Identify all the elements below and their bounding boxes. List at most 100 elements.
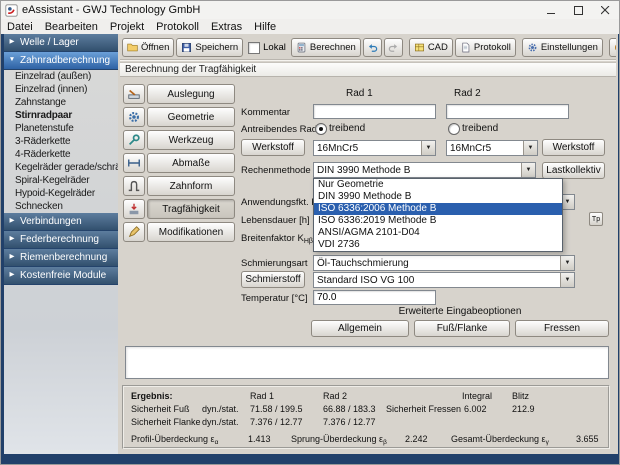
folder-icon <box>127 43 138 52</box>
dropdown-option-din-3990[interactable]: DIN 3990 Methode B <box>314 191 562 203</box>
material-rad1-combo[interactable]: 16MnCr5 ▼ <box>313 140 436 156</box>
comment-rad2-input[interactable] <box>446 104 569 119</box>
dropdown-option-nur-geometrie[interactable]: Nur Geometrie <box>314 179 562 191</box>
geometrie-icon-button[interactable] <box>123 107 145 127</box>
modifikationen-button[interactable]: Modifikationen <box>147 222 235 242</box>
advanced-scuffing-button[interactable]: Fressen <box>515 320 609 337</box>
sidebar-item-schnecken[interactable]: Schnecken <box>4 200 118 213</box>
material-rad2-combo[interactable]: 16MnCr5 ▼ <box>446 140 538 156</box>
sidebar-item-spiral-kegelraeder[interactable]: Spiral-Kegelräder <box>4 174 118 187</box>
auslegung-icon-button[interactable] <box>123 84 145 104</box>
window-controls <box>538 1 619 19</box>
open-button[interactable]: Öffnen <box>122 38 175 57</box>
protocol-button[interactable]: Protokoll <box>454 38 516 57</box>
sidebar-item-planetenstufe[interactable]: Planetenstufe <box>4 122 118 135</box>
redo-button[interactable] <box>383 38 403 57</box>
open-label: Öffnen <box>141 42 170 53</box>
sidebar-section-kostenfreie-module[interactable]: ▶ Kostenfreie Module <box>4 267 118 285</box>
driving-rad1-radio[interactable] <box>315 123 327 135</box>
floppy-icon <box>182 43 192 52</box>
geometrie-button[interactable]: Geometrie <box>147 107 235 127</box>
local-checkbox[interactable] <box>248 41 261 54</box>
menu-datei[interactable]: Datei <box>1 21 39 33</box>
dropdown-option-iso-6336-2019[interactable]: ISO 6336:2019 Methode B <box>314 215 562 227</box>
maximize-button[interactable] <box>565 1 592 19</box>
werkzeug-icon-button[interactable] <box>123 130 145 150</box>
settings-label: Einstellungen <box>540 42 598 53</box>
lubrication-label: Schmierungsart <box>241 258 308 269</box>
advanced-general-button[interactable]: Allgemein <box>311 320 409 337</box>
advanced-root-flank-button[interactable]: Fuß/Flanke <box>414 320 510 337</box>
abmasse-icon-button[interactable] <box>123 153 145 173</box>
gear-icon <box>528 43 537 52</box>
minimize-button[interactable] <box>538 1 565 19</box>
jump-overlap-value: 2.242 <box>405 434 428 444</box>
menu-protokoll[interactable]: Protokoll <box>150 21 205 33</box>
sidebar-item-einzelrad-innen[interactable]: Einzelrad (innen) <box>4 83 118 96</box>
sidebar-item-einzelrad-aussen[interactable]: Einzelrad (außen) <box>4 70 118 83</box>
sidebar-item-stirnradpaar[interactable]: Stirnradpaar <box>4 109 118 122</box>
tragfaehigkeit-button[interactable]: Tragfähigkeit <box>147 199 235 219</box>
sidebar-item-kegelraeder[interactable]: Kegelräder gerade/schräg <box>4 161 118 174</box>
sidebar-item-zahnstange[interactable]: Zahnstange <box>4 96 118 109</box>
sidebar-item-3-raederkette[interactable]: 3-Räderkette <box>4 135 118 148</box>
sidebar-section-verbindungen[interactable]: ▶ Verbindungen <box>4 213 118 231</box>
settings-button[interactable]: Einstellungen <box>521 38 603 57</box>
menu-bearbeiten[interactable]: Bearbeiten <box>39 21 104 33</box>
method-dropdown-list: Nur Geometrie DIN 3990 Methode B ISO 633… <box>313 178 563 252</box>
undo-button[interactable] <box>362 38 382 57</box>
lubricant-combo[interactable]: Standard ISO VG 100 ▼ <box>313 272 575 288</box>
close-button[interactable] <box>592 1 619 19</box>
sidebar-section-zahnradberechnung[interactable]: ▼ Zahnradberechnung <box>4 52 118 70</box>
lubricant-value: Standard ISO VG 100 <box>317 274 415 286</box>
tooth-icon <box>128 180 140 192</box>
section-label: Zahnradberechnung <box>20 55 111 66</box>
cad-button[interactable]: CAD <box>408 38 453 57</box>
chevron-down-icon: ▼ <box>560 256 574 270</box>
sidebar-item-hypoid-kegelraeder[interactable]: Hypoid-Kegelräder <box>4 187 118 200</box>
sidebar-section-welle-lager[interactable]: ▶ Welle / Lager <box>4 34 118 52</box>
flank-safety-rad2: 7.376 / 12.77 <box>323 417 376 427</box>
menu-projekt[interactable]: Projekt <box>104 21 150 33</box>
label-text: Anwendungsfkt. K <box>241 197 318 208</box>
dropdown-option-iso-6336-2006[interactable]: ISO 6336:2006 Methode B <box>314 203 562 215</box>
driving-rad2-radio[interactable] <box>448 123 460 135</box>
life-extra-button[interactable]: Tp <box>589 212 603 226</box>
results-blitz-header: Blitz <box>512 391 530 401</box>
sidebar-section-federberechnung[interactable]: ▶ Federberechnung <box>4 231 118 249</box>
method-combo[interactable]: DIN 3990 Methode B ▼ <box>313 162 536 178</box>
material-rad2-button[interactable]: Werkstoff <box>542 139 605 156</box>
load-spectrum-button[interactable]: Lastkollektiv <box>542 162 605 179</box>
modifikationen-icon-button[interactable] <box>123 222 145 242</box>
method-value: DIN 3990 Methode B <box>317 164 411 176</box>
lubricant-button[interactable]: Schmierstoff <box>241 271 305 288</box>
expanded-arrow-icon: ▼ <box>8 56 16 64</box>
scuffing-blitz-value: 212.9 <box>512 404 535 414</box>
toolbar: Öffnen Speichern Lokal Berechnen CAD Pro… <box>120 36 616 60</box>
sidebar-item-4-raederkette[interactable]: 4-Räderkette <box>4 148 118 161</box>
calculate-button[interactable]: Berechnen <box>290 38 361 57</box>
dropdown-option-vdi-2736[interactable]: VDI 2736 <box>314 239 562 251</box>
abmasse-button[interactable]: Abmaße <box>147 153 235 173</box>
collapsed-arrow-icon: ▶ <box>9 38 15 46</box>
menu-extras[interactable]: Extras <box>205 21 248 33</box>
zahnform-icon-button[interactable] <box>123 176 145 196</box>
menu-hilfe[interactable]: Hilfe <box>248 21 282 33</box>
save-button[interactable]: Speichern <box>176 38 244 57</box>
dropdown-option-ansi-agma[interactable]: ANSI/AGMA 2101-D04 <box>314 227 562 239</box>
flank-safety-mode: dyn./stat. <box>202 417 239 427</box>
lubrication-combo[interactable]: Öl-Tauchschmierung ▼ <box>313 255 575 271</box>
nav-row-auslegung: Auslegung <box>123 84 235 104</box>
comment-rad1-input[interactable] <box>313 104 436 119</box>
zahnform-button[interactable]: Zahnform <box>147 176 235 196</box>
tragfaehigkeit-icon-button[interactable] <box>123 199 145 219</box>
material-rad1-button[interactable]: Werkstoff <box>241 139 305 156</box>
sidebar-section-riemenberechnung[interactable]: ▶ Riemenberechnung <box>4 249 118 267</box>
auslegung-button[interactable]: Auslegung <box>147 84 235 104</box>
help-button[interactable]: Hilfe <box>608 38 616 57</box>
temperature-input[interactable] <box>313 290 436 305</box>
werkzeug-button[interactable]: Werkzeug <box>147 130 235 150</box>
root-safety-label: Sicherheit Fuß <box>131 404 190 414</box>
total-overlap-value: 3.655 <box>576 434 599 444</box>
load-icon <box>129 203 139 215</box>
